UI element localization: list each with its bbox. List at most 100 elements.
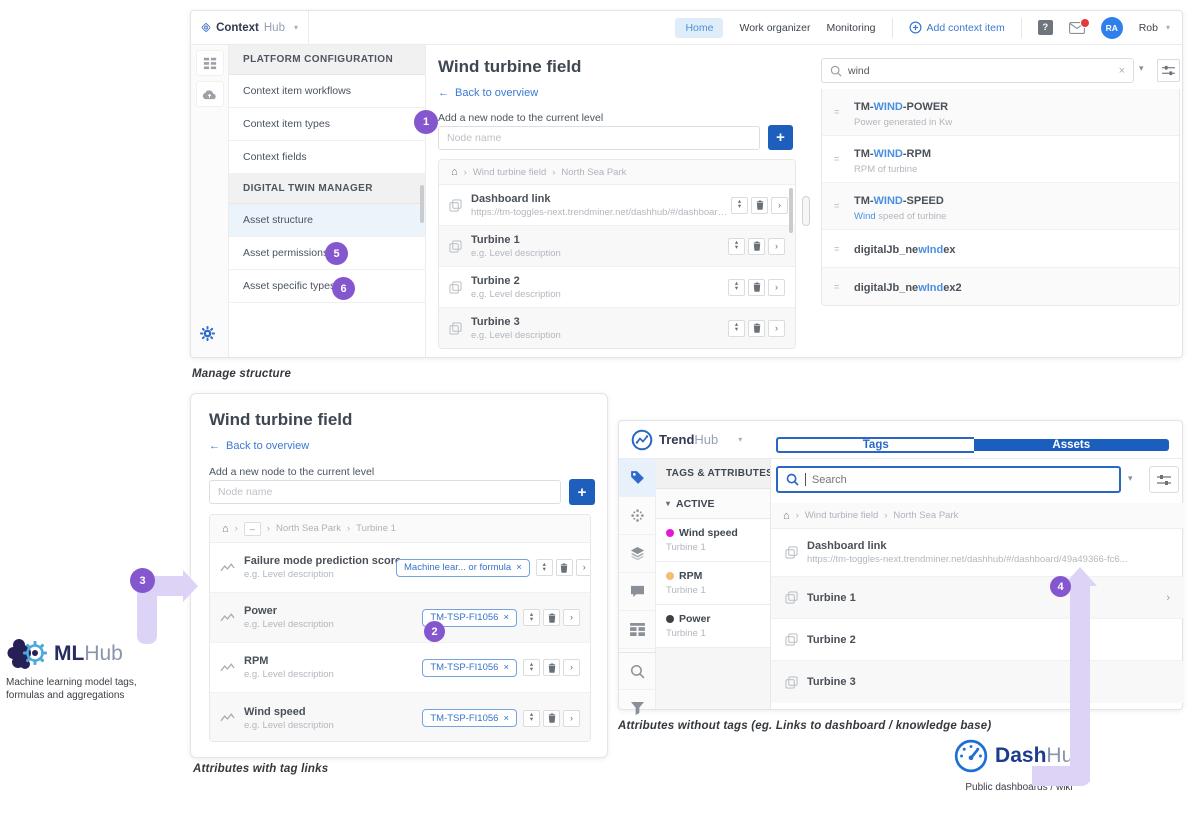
remove-tag-icon[interactable]: × [503, 612, 509, 623]
breadcrumb-item[interactable]: Turbine 1 [356, 523, 396, 534]
sidebar-item-context-fields[interactable]: Context fields [229, 141, 425, 174]
nav-work-organizer[interactable]: Work organizer [739, 22, 810, 34]
home-icon[interactable]: ⌂ [783, 510, 790, 522]
open-button[interactable]: › [576, 559, 591, 576]
open-button[interactable]: › [563, 710, 580, 727]
tab-tags[interactable]: Tags [776, 437, 974, 453]
settings-gear-icon[interactable] [199, 325, 216, 347]
tag-row-tm-wind-rpm[interactable]: = TM-WIND-RPM RPM of turbine [822, 136, 1179, 183]
delete-button[interactable] [543, 710, 560, 727]
asset-search-field[interactable] [776, 466, 1121, 493]
attribute-row-power[interactable]: Powere.g. Level description TM-TSP-FI105… [210, 593, 590, 643]
breadcrumb-item[interactable]: North Sea Park [561, 167, 626, 178]
breadcrumb-collapsed-button[interactable]: – [244, 522, 261, 536]
back-to-overview-link[interactable]: ←Back to overview [438, 87, 538, 99]
reorder-button[interactable]: ▴▾ [728, 238, 745, 255]
delete-button[interactable] [748, 238, 765, 255]
sidebar-item-context-item-types[interactable]: Context item types [229, 108, 425, 141]
asset-row-turbine-2[interactable]: Turbine 2 [771, 619, 1184, 661]
node-name-field[interactable] [209, 480, 561, 504]
cloud-upload-icon[interactable] [196, 81, 224, 107]
open-button[interactable]: › [768, 320, 785, 337]
active-tag-power[interactable]: Power Turbine 1 [656, 605, 770, 648]
reorder-button[interactable]: ▴▾ [731, 197, 748, 214]
open-button[interactable]: › [768, 238, 785, 255]
asset-row-dashboard-link[interactable]: Dashboard linkhttps://tm-toggles-next.tr… [771, 529, 1184, 577]
breadcrumb-item[interactable]: North Sea Park [276, 523, 341, 534]
filter-button[interactable] [1149, 466, 1179, 493]
home-icon[interactable]: ⌂ [451, 166, 458, 178]
open-button[interactable]: › [768, 279, 785, 296]
structure-grid-icon[interactable] [196, 50, 224, 76]
layers-icon[interactable] [619, 535, 656, 573]
open-button[interactable]: › [563, 659, 580, 676]
tag-row-tm-wind-speed[interactable]: = TM-WIND-SPEED Wind speed of turbine [822, 183, 1179, 230]
active-section-toggle[interactable]: ▾ACTIVE [656, 489, 770, 519]
tag-row-tm-wind-power[interactable]: = TM-WIND-POWER Power generated in Kw [822, 89, 1179, 136]
user-menu[interactable]: Rob▾ [1139, 22, 1170, 34]
remove-tag-icon[interactable]: × [503, 662, 509, 673]
delete-button[interactable] [543, 659, 560, 676]
scatter-plot-icon[interactable] [619, 497, 656, 535]
node-name-field[interactable] [438, 126, 760, 150]
open-button[interactable]: › [563, 609, 580, 626]
breadcrumb-item[interactable]: Wind turbine field [473, 167, 546, 178]
tab-assets[interactable]: Assets [974, 439, 1170, 451]
add-context-item-button[interactable]: Add context item [909, 21, 1005, 34]
sidebar-scrollbar[interactable] [420, 185, 424, 223]
asset-row-turbine-1[interactable]: Turbine 1 › [771, 577, 1184, 619]
active-tag-rpm[interactable]: RPM Turbine 1 [656, 562, 770, 605]
reorder-button[interactable]: ▴▾ [536, 559, 553, 576]
tag-row-digitaljb-newindex[interactable]: = digitalJb_newIndex [822, 230, 1179, 268]
delete-button[interactable] [751, 197, 768, 214]
delete-button[interactable] [748, 279, 765, 296]
reorder-button[interactable]: ▴▾ [523, 659, 540, 676]
node-name-input[interactable] [447, 132, 751, 144]
nav-home[interactable]: Home [675, 18, 723, 38]
help-icon[interactable]: ? [1038, 20, 1053, 35]
table-view-icon[interactable] [619, 611, 656, 649]
tag-chip[interactable]: Machine lear... or formula× [396, 559, 530, 577]
remove-tag-icon[interactable]: × [503, 713, 509, 724]
breadcrumb-item[interactable]: Wind turbine field [805, 510, 878, 521]
panel-resize-handle[interactable] [802, 196, 810, 226]
filter-button[interactable] [1157, 59, 1180, 82]
back-to-overview-link[interactable]: ←Back to overview [209, 440, 309, 452]
asset-row-turbine-1[interactable]: Turbine 1e.g. Level description ▴▾› [439, 226, 795, 267]
notifications-button[interactable] [1069, 22, 1085, 34]
sidebar-item-asset-structure[interactable]: Asset structure [229, 204, 425, 237]
attribute-row-rpm[interactable]: RPMe.g. Level description TM-TSP-FI1056×… [210, 643, 590, 693]
node-name-input[interactable] [218, 486, 552, 498]
sidebar-item-context-item-workflows[interactable]: Context item workflows [229, 75, 425, 108]
active-tag-wind-speed[interactable]: Wind speed Turbine 1 [656, 519, 770, 562]
add-node-button[interactable]: + [569, 479, 595, 505]
breadcrumb-item[interactable]: North Sea Park [893, 510, 958, 521]
asset-row-turbine-2[interactable]: Turbine 2e.g. Level description ▴▾› [439, 267, 795, 308]
attribute-row-wind-speed[interactable]: Wind speede.g. Level description TM-TSP-… [210, 693, 590, 742]
reorder-button[interactable]: ▴▾ [728, 279, 745, 296]
asset-row-turbine-3[interactable]: Turbine 3e.g. Level description ▴▾› [439, 308, 795, 349]
attribute-row-failure-mode[interactable]: Failure mode prediction scoree.g. Level … [210, 543, 590, 593]
nav-monitoring[interactable]: Monitoring [826, 22, 875, 34]
tag-search-field[interactable]: × [821, 58, 1134, 83]
clear-search-icon[interactable]: × [1119, 65, 1125, 77]
asset-search-input[interactable] [812, 474, 1111, 486]
add-node-button[interactable]: + [768, 125, 793, 150]
contexthub-logo[interactable]: ContextHub ▾ [191, 11, 309, 44]
tag-chip[interactable]: TM-TSP-FI1056× [422, 659, 517, 677]
chevron-down-icon[interactable]: ▾ [738, 435, 742, 444]
remove-tag-icon[interactable]: × [516, 562, 522, 573]
tags-panel-icon[interactable] [619, 459, 656, 497]
sidebar-item-asset-specific-types[interactable]: Asset specific types [229, 270, 425, 303]
search-dropdown-caret[interactable]: ▾ [1139, 63, 1144, 74]
home-icon[interactable]: ⌂ [222, 523, 229, 535]
chevron-right-icon[interactable]: › [1166, 592, 1170, 604]
search-panel-icon[interactable] [619, 652, 656, 690]
delete-button[interactable] [748, 320, 765, 337]
open-button[interactable]: › [771, 197, 788, 214]
tag-row-digitaljb-newindex2[interactable]: = digitalJb_newIndex2 [822, 268, 1179, 306]
tag-chip[interactable]: TM-TSP-FI1056× [422, 709, 517, 727]
comments-icon[interactable] [619, 573, 656, 611]
avatar[interactable]: RA [1101, 17, 1123, 39]
reorder-button[interactable]: ▴▾ [728, 320, 745, 337]
